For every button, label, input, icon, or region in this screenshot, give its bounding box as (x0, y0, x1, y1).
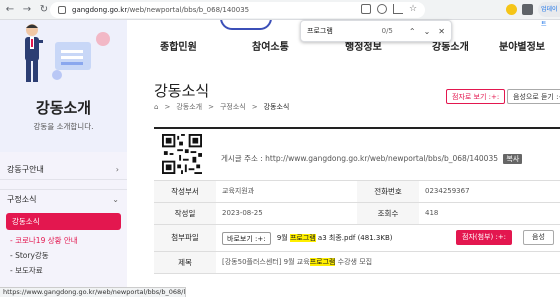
url-text: gangdong.go.kr/web/newportal/bbs/b_068/1… (72, 6, 250, 14)
nav-item-participation[interactable]: 참여소통 (252, 38, 289, 53)
views-label: 조회수 (357, 203, 419, 224)
sidebar-title: 강동소개 (35, 99, 92, 117)
file-preview-button[interactable]: 바로보기 :+: (222, 231, 271, 245)
extension-icon[interactable] (506, 4, 517, 15)
sidebar-subitem-press[interactable]: - 보도자료 (0, 263, 127, 278)
reload-icon[interactable]: ↻ (37, 3, 51, 17)
table-row: 첨부파일 바로보기 :+: 9월 프로그램 a3 최종.pdf (481.3KB… (154, 225, 560, 252)
sidebar-subitem-gangdong-news[interactable]: 강동소식 (6, 213, 121, 230)
sidebar-subitem-covid[interactable]: - 코로나19 상황 안내 (0, 233, 127, 248)
attachment-voice-button[interactable]: 음성 (523, 230, 554, 245)
star-icon[interactable]: ☆ (409, 4, 419, 14)
close-icon[interactable]: ✕ (438, 27, 445, 36)
chevron-down-icon: ⌄ (112, 195, 119, 204)
post-address-row: 게시글 주소 : http://www.gangdong.go.kr/web/n… (154, 129, 560, 181)
breadcrumb-item[interactable]: 강동소개 (176, 102, 202, 112)
sidebar-nav: 강동구안내 › 구정소식 ⌄ 강동소식 - 코로나19 상황 안내 - Stor… (0, 160, 127, 278)
forward-icon[interactable]: → (20, 3, 34, 17)
sidebar-subtitle: 강동을 소개합니다. (33, 122, 94, 131)
find-bar: 프로그램 0/5 ⌃ ⌄ ✕ (300, 20, 452, 42)
find-highlight: 프로그램 (289, 234, 316, 242)
chevron-right-icon: › (115, 165, 119, 174)
back-icon[interactable]: ← (3, 3, 17, 17)
status-bar-url: https://www.gangdong.go.kr/web/newportal… (0, 287, 186, 297)
chevron-down-icon[interactable]: ⌄ (424, 27, 431, 36)
address-bar[interactable]: gangdong.go.kr/web/newportal/bbs/b_068/1… (50, 2, 425, 18)
qr-code-icon (162, 134, 202, 174)
attachment-label: 첨부파일 (154, 225, 216, 251)
chevron-up-icon[interactable]: ⌃ (409, 27, 416, 36)
home-icon[interactable]: ⌂ (154, 103, 158, 111)
braille-view-button[interactable]: 점자로 보기 :+: (446, 89, 506, 104)
table-row: 작성부서 교육지원과 전화번호 0234259367 (154, 181, 560, 203)
attachment-braille-button[interactable]: 점자(첨부) :+: (456, 230, 513, 245)
writer-value: 교육지원과 (222, 187, 255, 195)
eye-off-icon[interactable] (377, 4, 387, 14)
sidebar-item-news[interactable]: 구정소식 ⌄ (0, 190, 127, 210)
sidebar-hero: 강동소개 강동을 소개합니다. (0, 20, 127, 152)
browser-toolbar: ← → ↻ gangdong.go.kr/web/newportal/bbs/b… (0, 0, 560, 28)
breadcrumb-current: 강동소식 (263, 103, 290, 111)
post-detail-table: 게시글 주소 : http://www.gangdong.go.kr/web/n… (154, 127, 560, 274)
page-title: 강동소식 (154, 82, 210, 100)
decor-circle (96, 32, 110, 46)
presenter-illustration (25, 24, 43, 82)
subject-label: 제목 (154, 252, 216, 273)
find-count: 0/5 (381, 27, 393, 35)
page-icon[interactable] (361, 4, 371, 14)
writer-label: 작성부서 (154, 181, 216, 202)
extension-puzzle-icon[interactable] (522, 4, 533, 15)
find-input[interactable]: 프로그램 (307, 26, 382, 36)
subject-value: [강동50플러스센터] 9월 교육프로그램 수강생 모집 (222, 258, 373, 266)
voice-listen-button[interactable]: 음성으로 듣기 :+: (507, 89, 560, 104)
phone-value: 0234259367 (425, 187, 470, 195)
share-icon[interactable] (393, 4, 403, 14)
main-content: 동 종합민원 참여소통 행정정보 강동소개 분야별정보 강동소식 점자로 보기 … (127, 20, 560, 297)
left-sidebar: 강동소개 강동을 소개합니다. 강동구안내 › 구정소식 ⌄ 강동소식 - 코로… (0, 20, 127, 297)
find-highlight: 프로그램 (309, 258, 336, 266)
breadcrumb-item[interactable]: 구정소식 (220, 102, 246, 112)
logo-icon[interactable] (220, 20, 272, 30)
sidebar-subitem-story[interactable]: - Story강동 (0, 248, 127, 263)
attachment-file-link[interactable]: 9월 프로그램 a3 최종.pdf (481.3KB) (277, 234, 392, 242)
phone-label: 전화번호 (357, 181, 419, 202)
site-info-icon[interactable] (58, 6, 66, 14)
sidebar-item-intro[interactable]: 강동구안내 › (0, 160, 127, 180)
update-button[interactable]: 업데이트 (538, 2, 560, 28)
nav-item-fields[interactable]: 분야별정보 (499, 38, 545, 53)
table-row: 작성일 2023-08-25 조회수 418 (154, 203, 560, 225)
decor-circle (52, 70, 62, 80)
post-address: 게시글 주소 : http://www.gangdong.go.kr/web/n… (221, 153, 523, 164)
breadcrumb: ⌂ > 강동소개 > 구정소식 > 강동소식 (154, 102, 290, 112)
views-value: 418 (425, 209, 439, 217)
attachment-cell: 바로보기 :+: 9월 프로그램 a3 최종.pdf (481.3KB) (222, 225, 392, 251)
nav-item-civil[interactable]: 종합민원 (160, 38, 197, 53)
date-value: 2023-08-25 (222, 209, 263, 217)
date-label: 작성일 (154, 203, 216, 224)
chart-board-illustration (55, 42, 91, 70)
table-row: 제목 [강동50플러스센터] 9월 교육프로그램 수강생 모집 (154, 252, 560, 274)
copy-address-button[interactable]: 복사 (503, 154, 523, 164)
